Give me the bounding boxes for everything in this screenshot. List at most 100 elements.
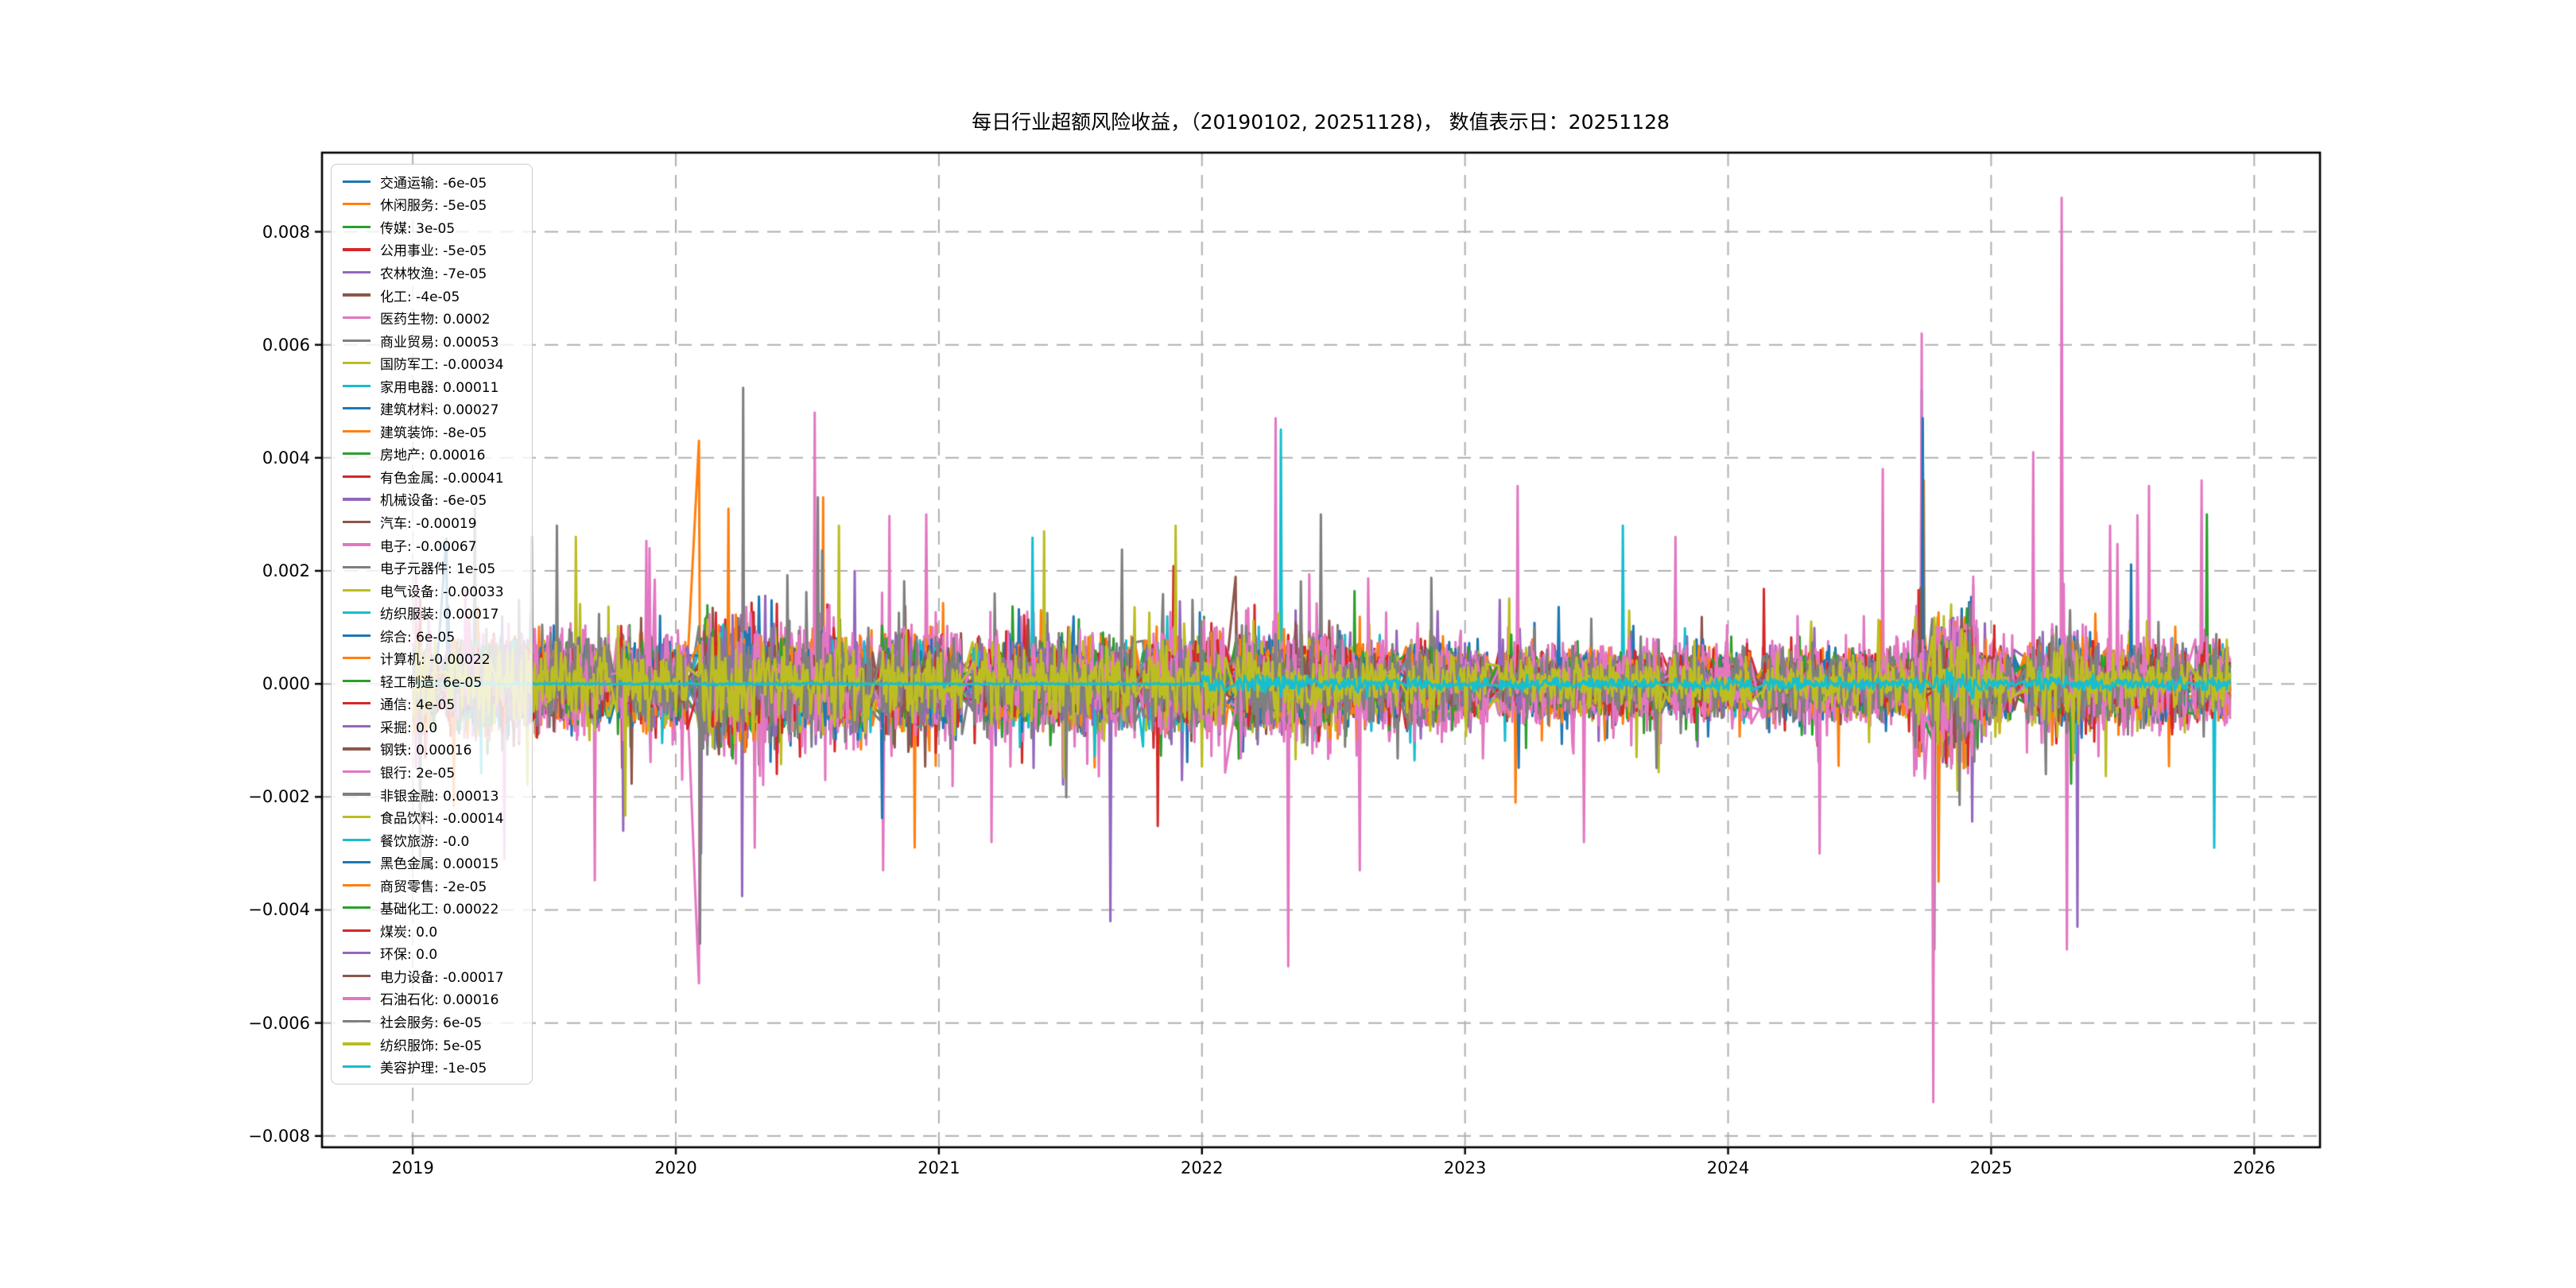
legend-label: 电子元器件: 1e-05 (380, 557, 495, 577)
legend-item: 汽车: -0.00019 (332, 510, 532, 533)
legend: 交通运输: -6e-05休闲服务: -5e-05传媒: 3e-05公用事业: -… (331, 164, 533, 1084)
legend-label: 银行: 2e-05 (380, 762, 455, 782)
legend-line-swatch (343, 430, 370, 433)
y-tick-label: 0.008 (262, 223, 310, 242)
legend-line-swatch (343, 611, 370, 614)
legend-line-swatch (343, 884, 370, 886)
legend-line-swatch (343, 498, 370, 500)
legend-item: 建筑材料: 0.00027 (332, 397, 532, 420)
legend-item: 国防军工: -0.00034 (332, 351, 532, 374)
legend-label: 商业贸易: 0.00053 (380, 331, 499, 351)
y-tick-label: −0.004 (248, 900, 310, 919)
legend-line-swatch (343, 293, 370, 296)
y-tick-label: 0.004 (262, 448, 310, 467)
legend-item: 商业贸易: 0.00053 (332, 329, 532, 352)
legend-item: 有色金属: -0.00041 (332, 465, 532, 488)
legend-label: 餐饮旅游: -0.0 (380, 830, 469, 850)
legend-label: 美容护理: -1e-05 (380, 1057, 487, 1077)
legend-label: 电子: -0.00067 (380, 535, 477, 555)
legend-line-swatch (343, 839, 370, 841)
legend-item: 钢铁: 0.00016 (332, 738, 532, 761)
legend-item: 交通运输: -6e-05 (332, 170, 532, 193)
legend-line-swatch (343, 226, 370, 228)
legend-item: 计算机: -0.00022 (332, 646, 532, 669)
legend-item: 轻工制造: 6e-05 (332, 669, 532, 692)
legend-item: 休闲服务: -5e-05 (332, 193, 532, 216)
legend-label: 建筑材料: 0.00027 (380, 398, 499, 418)
legend-label: 纺织服装: 0.00017 (380, 603, 499, 623)
x-tick-label: 2022 (1181, 1158, 1223, 1177)
legend-line-swatch (343, 793, 370, 795)
legend-line-swatch (343, 929, 370, 932)
legend-line-swatch (343, 747, 370, 750)
legend-item: 黑色金属: 0.00015 (332, 851, 532, 874)
legend-item: 商贸零售: -2e-05 (332, 874, 532, 897)
legend-label: 建筑装饰: -8e-05 (380, 421, 487, 441)
legend-item: 社会服务: 6e-05 (332, 1010, 532, 1033)
legend-item: 石油石化: 0.00016 (332, 987, 532, 1011)
legend-line-swatch (343, 1042, 370, 1045)
x-tick-label: 2019 (391, 1158, 433, 1177)
legend-line-swatch (343, 657, 370, 659)
legend-line-swatch (343, 543, 370, 545)
legend-item: 传媒: 3e-05 (332, 215, 532, 239)
legend-label: 房地产: 0.00016 (380, 444, 485, 464)
legend-line-swatch (343, 816, 370, 818)
legend-line-swatch (343, 975, 370, 977)
legend-line-swatch (343, 589, 370, 592)
legend-line-swatch (343, 203, 370, 205)
legend-label: 农林牧渔: -7e-05 (380, 262, 487, 282)
legend-label: 化工: -4e-05 (380, 285, 460, 305)
legend-label: 计算机: -0.00022 (380, 648, 491, 668)
legend-label: 基础化工: 0.00022 (380, 898, 499, 918)
legend-line-swatch (343, 702, 370, 704)
y-tick-label: 0.000 (262, 674, 310, 693)
legend-item: 电子: -0.00067 (332, 533, 532, 557)
y-tick-label: −0.006 (248, 1014, 310, 1033)
legend-label: 休闲服务: -5e-05 (380, 194, 487, 214)
legend-label: 黑色金属: 0.00015 (380, 852, 499, 872)
legend-label: 综合: 6e-05 (380, 626, 455, 646)
legend-label: 采掘: 0.0 (380, 716, 437, 736)
legend-label: 公用事业: -5e-05 (380, 239, 487, 259)
legend-label: 环保: 0.0 (380, 943, 437, 963)
legend-label: 石油石化: 0.00016 (380, 988, 499, 1008)
legend-item: 化工: -4e-05 (332, 284, 532, 307)
x-tick-label: 2024 (1707, 1158, 1749, 1177)
legend-item: 公用事业: -5e-05 (332, 239, 532, 262)
legend-line-swatch (343, 634, 370, 637)
legend-label: 煤炭: 0.0 (380, 921, 437, 941)
legend-item: 机械设备: -6e-05 (332, 488, 532, 511)
y-tick-label: −0.002 (248, 787, 310, 806)
legend-label: 商贸零售: -2e-05 (380, 875, 487, 895)
legend-label: 有色金属: -0.00041 (380, 467, 504, 487)
x-tick-label: 2026 (2233, 1158, 2275, 1177)
x-tick-label: 2023 (1444, 1158, 1486, 1177)
legend-item: 环保: 0.0 (332, 942, 532, 965)
legend-line-swatch (343, 906, 370, 909)
legend-label: 社会服务: 6e-05 (380, 1011, 482, 1031)
legend-item: 美容护理: -1e-05 (332, 1055, 532, 1078)
legend-item: 煤炭: 0.0 (332, 919, 532, 942)
legend-item: 通信: 4e-05 (332, 692, 532, 716)
x-tick-label: 2025 (1970, 1158, 2012, 1177)
legend-item: 家用电器: 0.00011 (332, 374, 532, 398)
legend-line-swatch (343, 180, 370, 183)
legend-item: 食品饮料: -0.00014 (332, 805, 532, 828)
legend-line-swatch (343, 475, 370, 478)
legend-item: 农林牧渔: -7e-05 (332, 261, 532, 284)
y-tick-label: 0.002 (262, 561, 310, 580)
legend-line-swatch (343, 385, 370, 387)
legend-label: 轻工制造: 6e-05 (380, 671, 482, 691)
legend-line-swatch (343, 521, 370, 523)
x-tick-label: 2020 (654, 1158, 696, 1177)
legend-line-swatch (343, 770, 370, 773)
legend-line-swatch (343, 1020, 370, 1022)
legend-label: 钢铁: 0.00016 (380, 739, 471, 758)
legend-line-swatch (343, 407, 370, 409)
legend-item: 非银金融: 0.00013 (332, 783, 532, 806)
legend-item: 电气设备: -0.00033 (332, 579, 532, 602)
legend-line-swatch (343, 316, 370, 319)
legend-line-swatch (343, 1065, 370, 1068)
legend-item: 餐饮旅游: -0.0 (332, 828, 532, 852)
